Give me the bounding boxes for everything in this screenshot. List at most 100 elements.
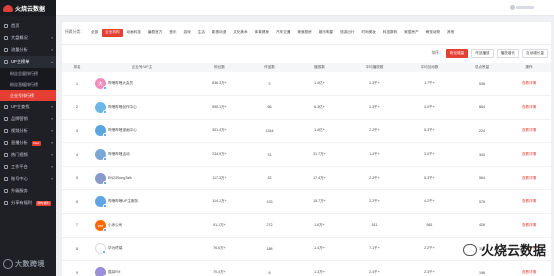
col-account: 企业号/UP主 [92, 63, 192, 72]
account-cell[interactable]: mi 小米公司 [92, 213, 192, 238]
account-cell[interactable]: 哔哩哔哩UP主服务 [92, 189, 192, 215]
sidebar-item-brand[interactable]: 品牌营销 ▾ [0, 113, 56, 125]
view-details-link[interactable]: 查看详情 [522, 152, 536, 156]
view-details-link[interactable]: 查看详情 [522, 270, 536, 274]
filter-chip[interactable]: 影视动漫 [209, 29, 229, 37]
table-row[interactable]: 7 mi 小米公司 91.1万+ 272 1.6万+ 511 581 426 查看详情 [62, 213, 551, 238]
col-avg-play[interactable]: 平均播放数 [347, 63, 402, 72]
account-name[interactable]: 哔哩哔哩漫画中心 [108, 128, 137, 133]
sidebar-subitem-fans-total[interactable]: 粉丝总量排行榜 [0, 68, 56, 79]
action-cell: 查看详情 [507, 189, 551, 215]
action-cell: 查看详情 [507, 166, 551, 191]
watermark-left: 大数跨境 [3, 259, 45, 269]
filter-chip[interactable]: 旅游出行 [337, 29, 357, 37]
table-row[interactable]: 6 哔哩哔哩UP主服务 114.1万+ 133 15.7万+ 2.3千+ 4.2千+ 576 查… [62, 189, 551, 215]
sidebar-item-video[interactable]: 视频分析 ▾ [0, 125, 56, 137]
table-row[interactable]: 4 哔哩哔哩活动 234.9万+ 31 31.7万+ 1.4千+ 3.0千+ 343 查看详情 [62, 142, 551, 167]
view-details-link[interactable]: 查看详情 [522, 223, 536, 227]
filter-chip[interactable]: 生活 [195, 29, 208, 37]
filter-chip[interactable]: 科技数码 [380, 29, 400, 37]
sidebar-item-live[interactable]: 直播分析 New ▾ [0, 137, 56, 149]
account-name[interactable]: 小米公司 [108, 223, 122, 228]
account-name[interactable]: 猫耳FM [108, 270, 120, 275]
sidebar-item-up-search[interactable]: UP主查找 ▾ [0, 101, 56, 113]
view-details-link[interactable]: 查看详情 [522, 199, 536, 203]
sort-button[interactable]: 作品播放 [471, 49, 494, 58]
rank-icon [4, 60, 8, 64]
user-menu[interactable] [510, 5, 536, 10]
filter-chip[interactable]: 体育健身 [252, 29, 272, 37]
brand[interactable]: 火烧云数据 [0, 0, 56, 16]
account-cell[interactable]: 猫耳FM [92, 260, 192, 276]
sidebar-item-overview[interactable]: 大盘概况 ▾ [0, 32, 56, 44]
view-details-link[interactable]: 查看详情 [522, 105, 536, 109]
account-name[interactable]: 哔哩哔哩UP主服务 [108, 199, 138, 204]
filter-chip[interactable]: 汽车交通 [273, 29, 293, 37]
action-cell: 查看详情 [507, 119, 551, 144]
col-plays[interactable]: 播放数 [292, 63, 347, 72]
avatar [95, 101, 107, 114]
col-fans[interactable]: 粉丝数 [192, 63, 247, 72]
table-row[interactable]: 3 哔哩哔哩漫画中心 301.4万+ 1344 1.4亿+ 2.2千+ 5.3千+ 224 查看… [62, 119, 551, 144]
view-details-link[interactable]: 查看详情 [522, 81, 536, 85]
sidebar-item-share[interactable]: 分享有福利 限时福利 [0, 197, 56, 209]
plays-cell: 6.3亿+ [292, 95, 347, 120]
table-row[interactable]: 1 大哔哩哔哩大会员 836.3万+ 3 1.4亿+ 2.3千+ 1.7千+ 536 查看详情 [62, 72, 551, 97]
sidebar-item-up-rank[interactable]: UP主榜单 ▴ [0, 56, 56, 68]
col-avg-interact[interactable]: 平均互动数 [402, 63, 457, 72]
rank-cell: 7 [62, 213, 92, 238]
filter-chip[interactable]: 时尚美妆 [358, 29, 378, 37]
sidebar-item-workspace[interactable]: 工作平台 ▾ [0, 161, 56, 173]
sidebar-item-hot-video[interactable]: 热门视频 ▾ [0, 149, 56, 161]
filter-chip[interactable]: 全部 [88, 29, 101, 37]
sidebar-subitem-enterprise-rank[interactable]: 企业号排行榜 [0, 90, 56, 101]
rank-cell: 3 [62, 119, 92, 144]
account-name[interactable]: 哔哩哔哩创作中心 [108, 105, 137, 110]
filter-chip[interactable]: 其他 [444, 29, 457, 37]
sort-button[interactable]: 互动增长量 [522, 49, 548, 58]
sidebar-subitem-fans-growth[interactable]: 粉丝涨幅排行榜 [0, 79, 56, 90]
sort-button-active[interactable]: 粉丝增量 [445, 49, 469, 58]
account-cell[interactable]: 哔哩哔哩漫画中心 [92, 119, 192, 144]
filter-chip[interactable]: 家居房产 [401, 29, 421, 37]
filter-chip[interactable]: 萌宠动物 [423, 29, 443, 37]
view-details-link[interactable]: 查看详情 [522, 176, 536, 180]
avatar-text: mi [98, 222, 103, 228]
col-likes[interactable]: 总点赞量 [457, 63, 507, 72]
sidebar-item-traffic[interactable]: 流量分析 ▾ [0, 44, 56, 56]
username-placeholder [516, 6, 534, 9]
col-works[interactable]: 作品数 [247, 63, 292, 72]
account-cell[interactable]: EN23SongTalk [92, 166, 192, 191]
filter-chip[interactable]: 音乐 [166, 29, 179, 37]
table-row[interactable]: 9 猫耳FM 70.4万+ 8 1.3万+ 2.4千+ 2.3千+ 198 查看详情 [62, 260, 551, 276]
account-cell[interactable]: 哔哩哔哩活动 [92, 142, 192, 167]
account-name[interactable]: 哔哩哔哩活动 [108, 152, 130, 157]
account-name[interactable]: 华为终端 [108, 246, 122, 251]
table-row[interactable]: 2 哔哩哔哩创作中心 595.1万+ 66 6.3亿+ 2.3千+ 4.0千+ 664 查看详情 [62, 95, 551, 120]
action-cell: 查看详情 [507, 260, 551, 276]
works-cell: 1344 [247, 119, 292, 144]
sidebar-item-label: 流量分析 [11, 47, 28, 52]
wechat-icon [462, 243, 477, 256]
avg-interact-cell: 3.0千+ [402, 142, 457, 167]
account-cell[interactable]: 哔哩哔哩创作中心 [92, 95, 192, 120]
filter-chip-active[interactable]: 企业机构 [102, 28, 123, 37]
sidebar-item-label: UP主查找 [11, 104, 30, 109]
account-name[interactable]: 哔哩哔哩大会员 [108, 81, 133, 86]
filter-chip[interactable]: 番剧官方 [145, 29, 165, 37]
table-row[interactable]: 5 EN23SongTalk 117.3万+ 32 17.4万+ 2.3千+ 5.3千+ 56… [62, 166, 551, 191]
account-name[interactable]: EN23SongTalk [108, 176, 132, 180]
work-icon [4, 165, 8, 169]
sidebar-item-account[interactable]: 账号中心 ▾ [0, 173, 56, 185]
sidebar-item-home[interactable]: 首页 [0, 20, 56, 32]
sort-button[interactable]: 播放增长 [496, 49, 520, 58]
account-cell[interactable]: 华为终端 [92, 237, 192, 262]
filter-chip[interactable]: 美食厨房 [294, 29, 314, 37]
sidebar-item-upgrade[interactable]: 升级服务 [0, 185, 56, 197]
view-details-link[interactable]: 查看详情 [522, 128, 536, 132]
filter-chip[interactable]: 文化美术 [230, 29, 250, 37]
account-cell[interactable]: 大哔哩哔哩大会员 [92, 72, 192, 97]
filter-chip[interactable]: 游戏 [180, 29, 193, 37]
filter-chip[interactable]: 娱乐明星 [316, 29, 336, 37]
filter-chip[interactable]: 动画科技 [124, 29, 144, 37]
